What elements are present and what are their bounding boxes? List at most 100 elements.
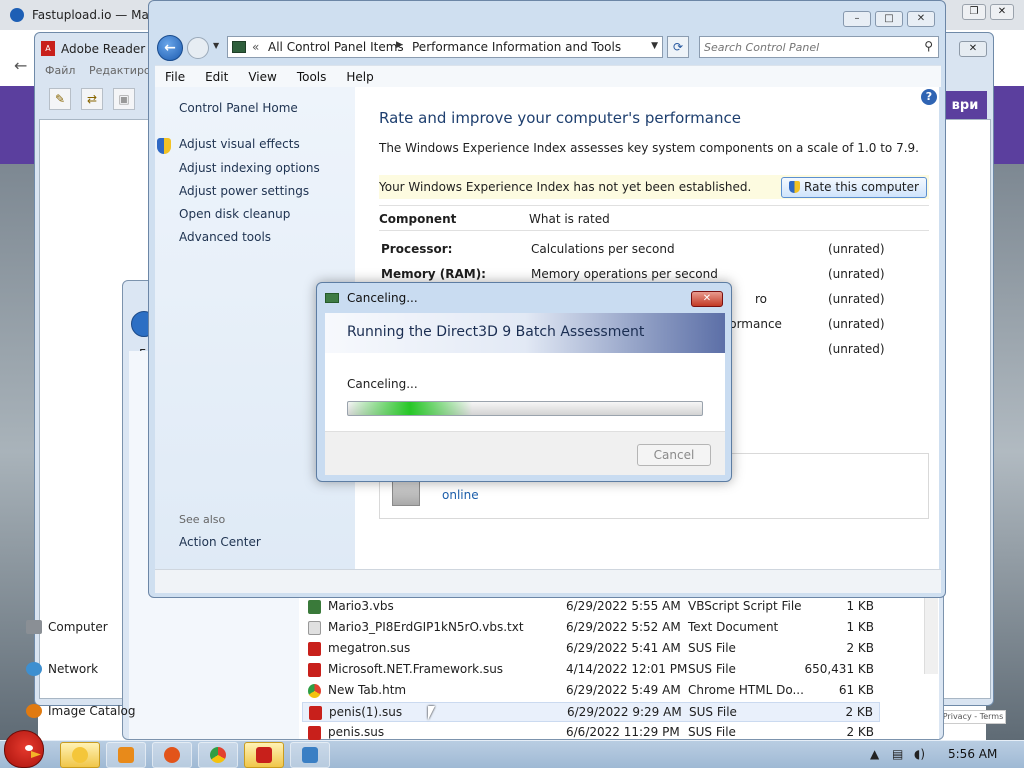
rate-this-computer-button[interactable]: Rate this computer xyxy=(781,177,927,198)
menu-tools[interactable]: Tools xyxy=(287,66,337,87)
save-icon[interactable]: ▣ xyxy=(113,88,135,110)
progress-fill xyxy=(348,402,472,415)
table-row: Processor: Calculations per second (unra… xyxy=(381,242,885,256)
adobe-menu-file[interactable]: Файл xyxy=(45,64,75,77)
nav-item-network[interactable]: Network xyxy=(26,662,98,676)
menu-edit[interactable]: Edit xyxy=(195,66,238,87)
adobe-window-title: Adobe Reader xyxy=(61,42,146,56)
dialog-footer: Cancel xyxy=(325,431,725,475)
disk-cleanup-link[interactable]: Open disk cleanup xyxy=(179,207,290,221)
browser-restore-icon[interactable]: ❐ xyxy=(962,4,986,20)
adobe-right-button[interactable]: ври xyxy=(943,91,987,121)
nav-item-image-catalog[interactable]: Image Catalog xyxy=(26,704,135,718)
adjust-indexing-link[interactable]: Adjust indexing options xyxy=(179,161,320,175)
firefox-icon xyxy=(164,747,180,763)
performance-monitor-icon xyxy=(302,747,318,763)
fastupload-logo-icon xyxy=(10,8,24,22)
dialog-header-text: Running the Direct3D 9 Batch Assessment xyxy=(347,324,645,340)
vbscript-file-icon xyxy=(308,600,321,614)
help-icon[interactable]: ? xyxy=(921,89,937,105)
adobe-reader-icon xyxy=(256,747,272,763)
breadcrumb-separator-icon[interactable]: ▶ xyxy=(396,40,403,50)
back-arrow-icon[interactable]: ← xyxy=(157,35,183,61)
sus-file-icon xyxy=(308,663,321,677)
forward-arrow-icon[interactable] xyxy=(187,37,209,59)
sus-file-icon xyxy=(308,642,321,656)
adobe-menu-edit[interactable]: Редактиро xyxy=(89,64,151,77)
background-scene xyxy=(0,164,38,740)
file-row[interactable]: megatron.sus 6/29/2022 5:41 AM SUS File … xyxy=(302,639,880,659)
status-bar xyxy=(155,569,941,593)
action-center-link[interactable]: Action Center xyxy=(179,535,261,549)
chrome-file-icon xyxy=(308,684,321,698)
breadcrumb-performance[interactable]: Performance Information and Tools xyxy=(412,40,621,54)
explorer-taskbar-button[interactable] xyxy=(60,742,100,768)
system-clock[interactable]: 5:56 AM xyxy=(948,747,997,761)
online-link[interactable]: online xyxy=(442,488,479,502)
file-row[interactable]: Mario3.vbs 6/29/2022 5:55 AM VBScript Sc… xyxy=(302,597,880,617)
firefox-taskbar-button[interactable] xyxy=(152,742,192,768)
uac-shield-icon xyxy=(789,181,801,193)
menu-file[interactable]: File xyxy=(155,66,195,87)
network-tray-icon[interactable]: ▤ xyxy=(892,747,903,761)
show-hidden-icons[interactable]: ▲ xyxy=(870,747,879,761)
create-pdf-icon[interactable]: ✎ xyxy=(49,88,71,110)
chrome-taskbar-button[interactable] xyxy=(198,742,238,768)
volume-icon[interactable]: ◖) xyxy=(914,747,925,761)
explorer-scrollbar[interactable] xyxy=(924,598,938,674)
table-header: Component What is rated xyxy=(379,205,929,231)
start-orb-beak xyxy=(31,751,41,758)
col-component: Component xyxy=(379,212,457,226)
file-row[interactable]: penis(1).sus 6/29/2022 9:29 AM SUS File … xyxy=(302,702,880,722)
text-file-icon xyxy=(308,621,321,635)
menu-help[interactable]: Help xyxy=(336,66,383,87)
performance-taskbar-button[interactable] xyxy=(290,742,330,768)
close-icon[interactable]: ✕ xyxy=(907,11,935,27)
performance-tool-icon xyxy=(325,293,339,303)
refresh-icon[interactable]: ⟳ xyxy=(667,36,689,58)
computer-icon xyxy=(26,620,42,634)
media-player-taskbar-button[interactable] xyxy=(106,742,146,768)
advanced-tools-link[interactable]: Advanced tools xyxy=(179,230,271,244)
browser-tab-title[interactable]: Fastupload.io — Mari xyxy=(32,8,157,22)
breadcrumb-all-items[interactable]: All Control Panel Items xyxy=(268,40,404,54)
browser-close-icon[interactable]: ✕ xyxy=(990,4,1014,20)
file-row[interactable]: New Tab.htm 6/29/2022 5:49 AM Chrome HTM… xyxy=(302,681,880,701)
sus-file-icon xyxy=(309,706,322,720)
canceling-dialog: Canceling... ✕ Running the Direct3D 9 Ba… xyxy=(316,282,732,482)
search-icon[interactable]: ⚲ xyxy=(924,39,933,53)
taskbar: ▲ ▤ ◖) 5:56 AM xyxy=(0,740,1024,768)
minimize-icon[interactable]: – xyxy=(843,11,871,27)
menu-view[interactable]: View xyxy=(238,66,286,87)
sus-file-icon xyxy=(308,726,321,740)
start-button[interactable] xyxy=(4,730,44,768)
recent-pages-icon[interactable]: ▼ xyxy=(213,41,219,50)
breadcrumb-chevron[interactable]: « xyxy=(252,40,259,54)
chrome-icon xyxy=(210,747,226,763)
file-row[interactable]: Mario3_PI8ErdGIP1kN5rO.vbs.txt 6/29/2022… xyxy=(302,618,880,638)
image-catalog-icon xyxy=(26,704,42,718)
cancel-button[interactable]: Cancel xyxy=(637,444,711,466)
file-row[interactable]: Microsoft.NET.Framework.sus 4/14/2022 12… xyxy=(302,660,880,680)
adobe-close-icon[interactable]: ✕ xyxy=(959,41,987,57)
open-file-icon[interactable]: ⇄ xyxy=(81,88,103,110)
adjust-power-link[interactable]: Adjust power settings xyxy=(179,184,309,198)
address-bar[interactable]: « All Control Panel Items ▶ Performance … xyxy=(227,36,663,58)
maximize-icon[interactable]: □ xyxy=(875,11,903,27)
see-also-heading: See also xyxy=(179,513,226,526)
nav-item-computer[interactable]: Computer xyxy=(26,620,108,634)
privacy-terms-link[interactable]: Privacy - Terms xyxy=(940,710,1006,724)
adobe-reader-taskbar-button[interactable] xyxy=(244,742,284,768)
col-what-rated: What is rated xyxy=(529,212,610,226)
folder-icon xyxy=(72,747,88,763)
search-box[interactable]: ⚲ xyxy=(699,36,939,58)
control-panel-home-link[interactable]: Control Panel Home xyxy=(179,101,298,115)
adjust-visual-effects-link[interactable]: Adjust visual effects xyxy=(179,137,300,151)
browser-back-icon[interactable]: ← xyxy=(14,56,27,75)
network-icon xyxy=(26,662,42,676)
dialog-header: Running the Direct3D 9 Batch Assessment xyxy=(325,313,725,353)
menu-bar: File Edit View Tools Help xyxy=(155,65,941,87)
search-input[interactable] xyxy=(704,39,914,55)
address-dropdown-icon[interactable]: ▼ xyxy=(651,41,658,51)
dialog-close-icon[interactable]: ✕ xyxy=(691,291,723,307)
